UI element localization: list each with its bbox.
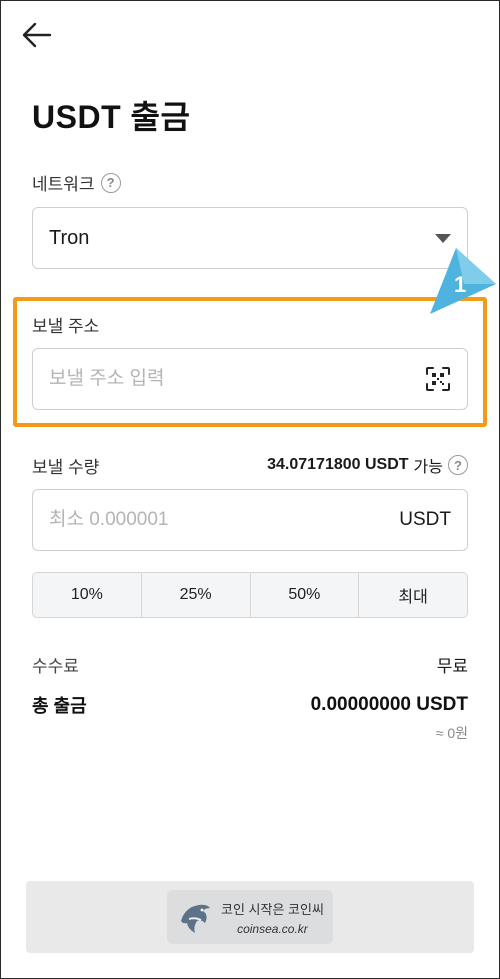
percent-50-button[interactable]: 50% bbox=[251, 573, 360, 617]
address-input-box[interactable] bbox=[32, 348, 468, 410]
max-button[interactable]: 최대 bbox=[359, 573, 467, 617]
banner-slogan: 코인 시작은 코인씨 bbox=[221, 901, 324, 917]
available-suffix: 가능 bbox=[413, 459, 443, 476]
fee-value: 무료 bbox=[436, 657, 468, 676]
total-label: 총 출금 bbox=[32, 696, 87, 716]
network-select[interactable]: Tron bbox=[32, 207, 468, 269]
available-amount: 34.07171800 USDT bbox=[267, 456, 409, 473]
percent-button-group: 10% 25% 50% 최대 bbox=[32, 572, 468, 618]
network-label: 네트워크 bbox=[32, 175, 95, 194]
back-arrow-icon bbox=[22, 22, 52, 48]
banner-card: 코인 시작은 코인씨 coinsea.co.kr bbox=[167, 890, 333, 944]
address-label: 보낼 주소 bbox=[32, 317, 100, 336]
network-select-value: Tron bbox=[49, 226, 90, 249]
banner-text: 코인 시작은 코인씨 coinsea.co.kr bbox=[221, 899, 324, 936]
dolphin-logo-icon bbox=[181, 904, 210, 933]
help-icon[interactable]: ? bbox=[100, 172, 121, 193]
percent-25-button[interactable]: 25% bbox=[142, 573, 251, 617]
address-input[interactable] bbox=[49, 368, 425, 390]
network-label-row: 네트워크 ? bbox=[32, 170, 121, 195]
available-balance: 34.07171800 USDT 가능 ? bbox=[267, 453, 468, 477]
step-marker-icon: 1 bbox=[430, 248, 496, 314]
amount-input[interactable] bbox=[49, 509, 400, 531]
amount-unit: USDT bbox=[399, 509, 451, 530]
fee-label: 수수료 bbox=[32, 657, 79, 676]
amount-label-row: 보낼 수량 bbox=[32, 453, 99, 478]
amount-label: 보낼 수량 bbox=[32, 458, 100, 477]
total-krw-value: ≈ 0원 bbox=[435, 725, 468, 741]
footer-banner[interactable]: 코인 시작은 코인씨 coinsea.co.kr bbox=[26, 881, 474, 953]
percent-10-button[interactable]: 10% bbox=[33, 573, 142, 617]
dropdown-caret-icon bbox=[435, 233, 451, 243]
help-icon[interactable]: ? bbox=[448, 455, 468, 475]
banner-url: coinsea.co.kr bbox=[237, 921, 308, 936]
qr-scan-icon[interactable] bbox=[425, 366, 451, 392]
total-value: 0.00000000 USDT bbox=[310, 694, 468, 715]
page-title: USDT 출금 bbox=[32, 99, 191, 135]
amount-input-box[interactable]: USDT bbox=[32, 489, 468, 551]
back-button[interactable] bbox=[20, 20, 54, 50]
step-marker-number: 1 bbox=[454, 272, 466, 297]
